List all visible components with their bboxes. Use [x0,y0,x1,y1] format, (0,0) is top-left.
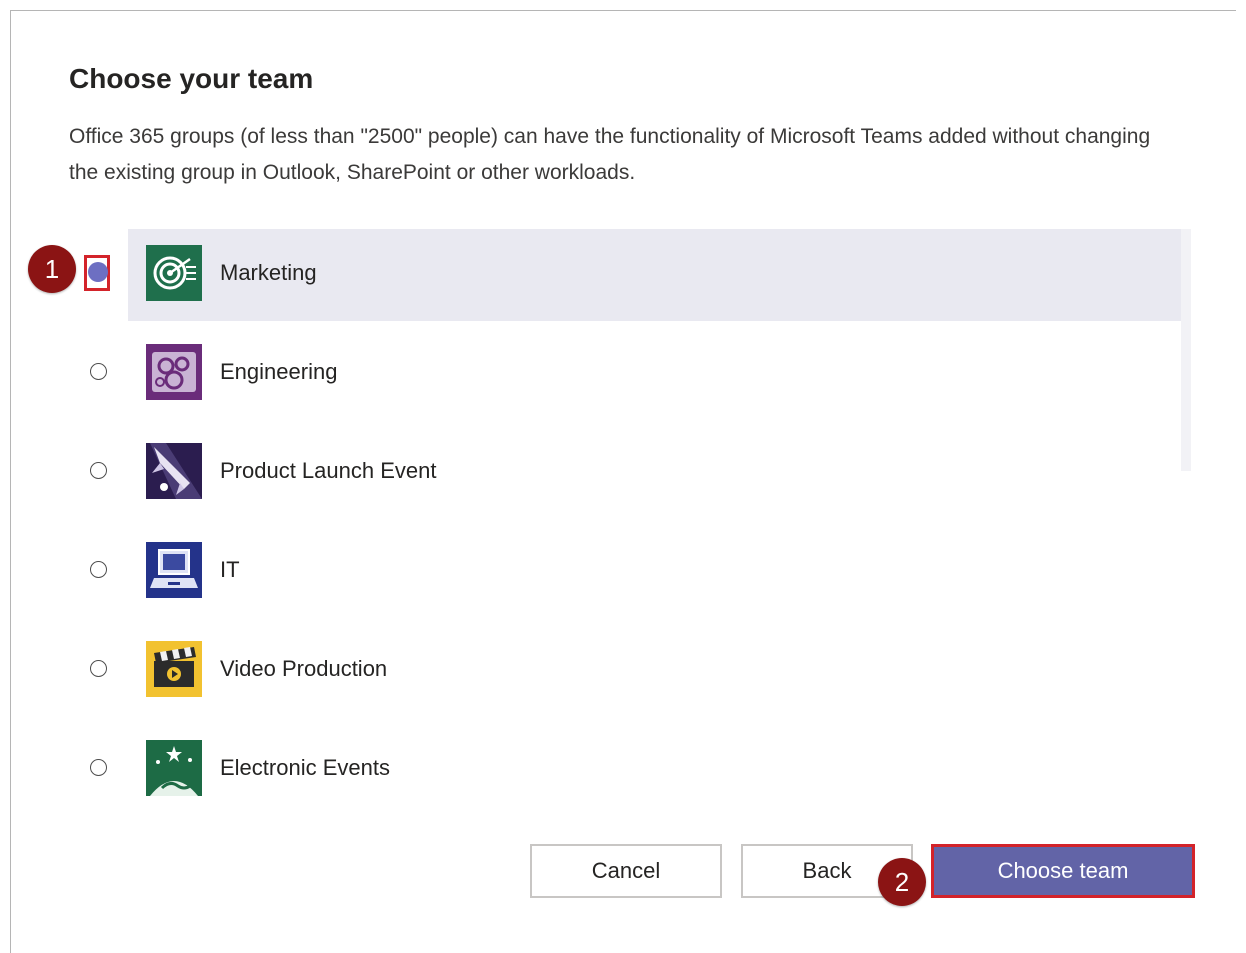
choose-team-button[interactable]: Choose team [931,844,1195,898]
team-name: Product Launch Event [220,458,437,483]
team-name: Engineering [220,359,338,384]
team-row-video-production[interactable]: Video Production [90,625,1190,717]
dialog-title: Choose your team [69,63,314,94]
team-row-electronic-events[interactable]: Electronic Events [90,724,1190,801]
team-radio-electronic-events[interactable] [90,759,107,776]
clapperboard-icon [146,641,202,697]
rocket-icon [146,443,202,499]
team-name: Marketing [220,260,317,285]
step-2-badge: 2 [878,858,926,906]
team-radio-video-production[interactable] [90,660,107,677]
team-radio-engineering[interactable] [90,363,107,380]
team-radio-it[interactable] [90,561,107,578]
list-scrollbar[interactable] [1181,229,1191,471]
team-name: IT [220,557,240,582]
team-radio-product-launch-event[interactable] [90,462,107,479]
team-name: Video Production [220,656,388,681]
cancel-button[interactable]: Cancel [530,844,722,898]
dialog-description: Office 365 groups (of less than "2500" p… [69,125,1151,184]
team-row-product-launch-event[interactable]: Product Launch Event [90,427,1190,519]
laptop-icon [146,542,202,598]
target-icon [146,245,202,301]
team-row-engineering[interactable]: Engineering [90,328,1190,420]
team-name: Electronic Events [220,755,390,780]
gears-icon [146,344,202,400]
team-row-marketing[interactable]: Marketing [84,229,1190,321]
team-row-it[interactable]: IT [90,526,1190,618]
team-radio-marketing[interactable] [88,262,108,282]
team-list: Marketing Engineering Product Launch Eve… [11,229,1197,801]
step-1-badge: 1 [28,245,76,293]
choose-team-dialog: Choose your team Office 365 groups (of l… [10,10,1236,953]
globe-stars-icon [146,740,202,796]
